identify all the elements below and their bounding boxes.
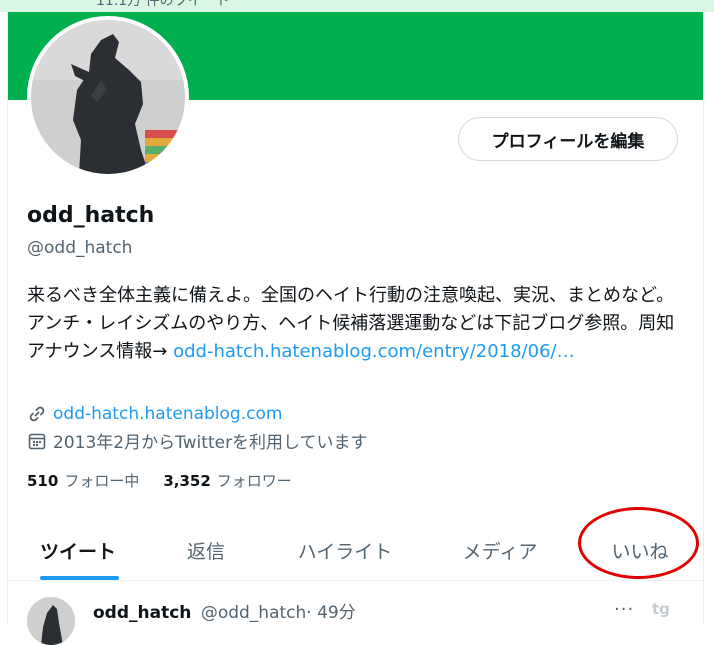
tweet-count-text: 11.1万 件のツイート [96, 0, 230, 9]
top-strip: 11.1万 件のツイート [0, 0, 714, 12]
tab-media[interactable]: メディア [448, 520, 552, 580]
joined-text: 2013年2月からTwitterを利用しています [53, 433, 368, 453]
tweet-header: odd_hatch @odd_hatch· 49分 [93, 598, 356, 623]
tweet-time[interactable]: · 49分 [306, 603, 355, 623]
link-icon [27, 404, 47, 424]
joined-row: 2013年2月からTwitterを利用しています [27, 428, 368, 453]
tweet-author-handle[interactable]: @odd_hatch [201, 603, 306, 623]
edit-profile-button[interactable]: プロフィールを編集 [458, 117, 678, 161]
tab-highlights[interactable]: ハイライト [280, 520, 410, 580]
tab-replies[interactable]: 返信 [168, 520, 244, 580]
followers-link[interactable]: 3,352 フォロワー [163, 470, 291, 491]
tab-tweets[interactable]: ツイート [28, 520, 128, 580]
tweet-avatar-image [27, 597, 75, 645]
followers-label: フォロワー [216, 472, 292, 490]
following-label: フォロー中 [64, 472, 140, 490]
calendar-icon [27, 431, 47, 451]
tweet-avatar[interactable] [27, 597, 75, 645]
website-row: odd-hatch.hatenablog.com [27, 404, 282, 424]
following-count: 510 [27, 472, 59, 490]
more-icon[interactable]: ··· [614, 599, 634, 620]
bio-link[interactable]: odd-hatch.hatenablog.com/entry/2018/06/… [173, 341, 574, 362]
tweet-author-name[interactable]: odd_hatch [93, 603, 191, 623]
followers-count: 3,352 [163, 472, 211, 490]
profile-display-name: odd_hatch [27, 203, 155, 228]
annotation-ellipse [578, 507, 699, 579]
website-link[interactable]: odd-hatch.hatenablog.com [53, 404, 282, 424]
profile-bio: 来るべき全体主義に備えよ。全国のヘイト行動の注意喚起、実況、まとめなど。アンチ・… [27, 282, 687, 366]
profile-handle: @odd_hatch [27, 238, 133, 258]
avatar[interactable] [31, 20, 185, 174]
follow-stats: 510 フォロー中 3,352 フォロワー [27, 470, 292, 491]
tabs-divider [8, 580, 703, 581]
avatar-image [31, 20, 185, 174]
following-link[interactable]: 510 フォロー中 [27, 470, 139, 491]
tg-badge: tg [652, 600, 670, 618]
right-border [703, 12, 704, 623]
